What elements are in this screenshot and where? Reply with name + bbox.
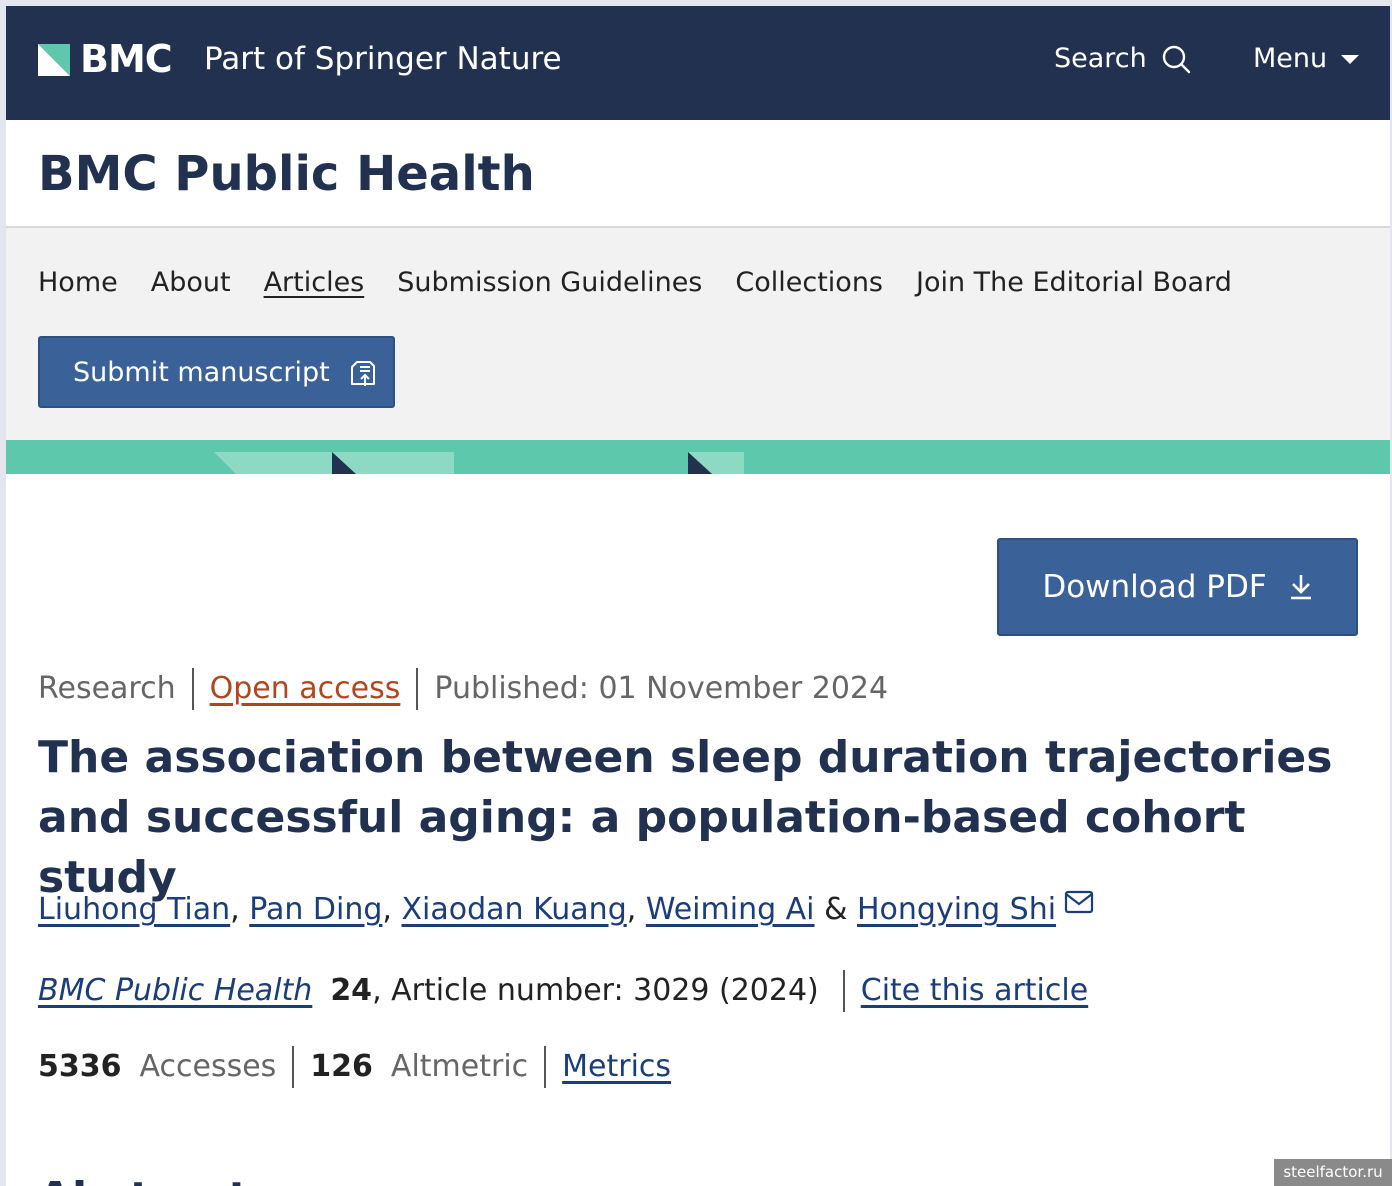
- divider: [416, 668, 419, 710]
- menu-label: Menu: [1253, 43, 1328, 74]
- decorative-banner: [6, 440, 1390, 474]
- journal-title[interactable]: BMC Public Health: [38, 146, 535, 202]
- nav-menu: Home About Articles Submission Guideline…: [38, 266, 1232, 300]
- accesses-count: 5336: [38, 1049, 122, 1084]
- divider: [842, 970, 845, 1012]
- journal-bar: BMC Public Health: [6, 120, 1390, 228]
- springer-nature-tagline: Part of Springer Nature: [204, 41, 562, 77]
- cite-this-article-link[interactable]: Cite this article: [861, 971, 1088, 1011]
- article-number: , Article number: 3029 (2024): [372, 973, 819, 1008]
- volume-number: 24: [330, 973, 373, 1008]
- accesses-label: Accesses: [139, 1049, 277, 1084]
- journal-navigation: Home About Articles Submission Guideline…: [6, 228, 1390, 440]
- author-separator: ,: [230, 892, 250, 927]
- submit-manuscript-label: Submit manuscript: [73, 356, 330, 388]
- metrics-link[interactable]: Metrics: [562, 1047, 671, 1087]
- article-meta: Research Open access Published: 01 Novem…: [38, 668, 888, 710]
- nav-item-home[interactable]: Home: [38, 266, 118, 300]
- author-link[interactable]: Hongying Shi: [857, 890, 1056, 930]
- author-separator: &: [814, 892, 857, 927]
- site-header: BMC Part of Springer Nature Search Menu: [6, 6, 1390, 120]
- email-icon[interactable]: [1064, 890, 1094, 914]
- divider: [544, 1046, 547, 1088]
- submit-manuscript-button[interactable]: Submit manuscript: [38, 336, 395, 408]
- author-link[interactable]: Liuhong Tian: [38, 890, 230, 930]
- abstract-heading: Abstract: [38, 1174, 249, 1186]
- bmc-logo-text[interactable]: BMC: [80, 36, 173, 82]
- author-link[interactable]: Xiaodan Kuang: [402, 890, 627, 930]
- nav-item-join-editorial-board[interactable]: Join The Editorial Board: [916, 266, 1232, 300]
- nav-item-articles[interactable]: Articles: [264, 266, 365, 300]
- search-label: Search: [1054, 43, 1147, 74]
- open-access-link[interactable]: Open access: [210, 669, 401, 709]
- download-pdf-label: Download PDF: [1042, 569, 1267, 605]
- nav-item-about[interactable]: About: [151, 266, 231, 300]
- menu-button[interactable]: Menu: [1253, 42, 1360, 76]
- author-list: Liuhong Tian, Pan Ding, Xiaodan Kuang, W…: [38, 890, 1094, 930]
- download-pdf-button[interactable]: Download PDF: [997, 538, 1358, 636]
- altmetric-label: Altmetric: [390, 1049, 529, 1084]
- article-type: Research: [38, 671, 176, 706]
- author-separator: ,: [626, 892, 646, 927]
- nav-item-collections[interactable]: Collections: [735, 266, 883, 300]
- journal-link[interactable]: BMC Public Health: [38, 971, 312, 1011]
- article-stats: 5336 Accesses 126 Altmetric Metrics: [38, 1046, 671, 1088]
- citation-row: BMC Public Health 24, Article number: 30…: [38, 970, 1088, 1012]
- author-link[interactable]: Pan Ding: [249, 890, 382, 930]
- author-separator: ,: [382, 892, 402, 927]
- divider: [191, 668, 194, 710]
- chevron-down-icon: [1341, 55, 1360, 64]
- upload-document-icon: [350, 361, 375, 386]
- page-frame: BMC Part of Springer Nature Search Menu …: [6, 6, 1390, 1186]
- banner-pattern: [214, 452, 744, 474]
- bmc-logo-icon[interactable]: [38, 44, 70, 76]
- watermark: steelfactor.ru: [1274, 1159, 1392, 1186]
- nav-item-submission-guidelines[interactable]: Submission Guidelines: [397, 266, 702, 300]
- search-button[interactable]: Search: [1054, 42, 1191, 76]
- article-title: The association between sleep duration t…: [38, 732, 1333, 903]
- altmetric-count: 126: [310, 1049, 373, 1084]
- published-date: Published: 01 November 2024: [434, 671, 889, 706]
- download-icon: [1290, 575, 1311, 600]
- search-icon: [1162, 45, 1190, 74]
- divider: [292, 1046, 295, 1088]
- author-link[interactable]: Weiming Ai: [646, 890, 815, 930]
